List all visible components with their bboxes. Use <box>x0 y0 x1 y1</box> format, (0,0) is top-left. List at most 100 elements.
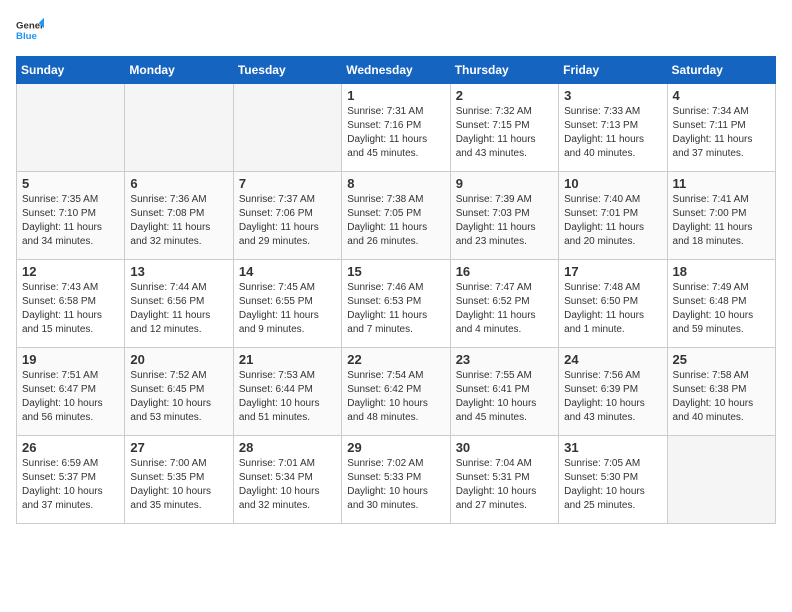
day-info: Sunrise: 7:33 AM Sunset: 7:13 PM Dayligh… <box>564 105 661 161</box>
calendar-cell: 19 Sunrise: 7:51 AM Sunset: 6:47 PM Dayli… <box>17 348 125 436</box>
calendar-week-2: 5 Sunrise: 7:35 AM Sunset: 7:10 PM Daylig… <box>17 172 776 260</box>
day-info: Sunrise: 7:48 AM Sunset: 6:50 PM Dayligh… <box>564 281 661 337</box>
day-number: 30 <box>456 440 553 455</box>
calendar-cell: 4 Sunrise: 7:34 AM Sunset: 7:11 PM Daylig… <box>667 84 775 172</box>
calendar-cell: 13 Sunrise: 7:44 AM Sunset: 6:56 PM Dayli… <box>125 260 233 348</box>
calendar-cell: 20 Sunrise: 7:52 AM Sunset: 6:45 PM Dayli… <box>125 348 233 436</box>
calendar-cell: 27Sunrise: 7:00 AM Sunset: 5:35 PM Dayli… <box>125 436 233 524</box>
calendar-week-3: 12 Sunrise: 7:43 AM Sunset: 6:58 PM Dayli… <box>17 260 776 348</box>
day-number: 19 <box>22 352 119 367</box>
day-number: 31 <box>564 440 661 455</box>
day-info: Sunrise: 7:34 AM Sunset: 7:11 PM Dayligh… <box>673 105 770 161</box>
calendar-cell: 10 Sunrise: 7:40 AM Sunset: 7:01 PM Dayli… <box>559 172 667 260</box>
day-number: 25 <box>673 352 770 367</box>
day-info: Sunrise: 7:45 AM Sunset: 6:55 PM Dayligh… <box>239 281 336 337</box>
day-info: Sunrise: 7:51 AM Sunset: 6:47 PM Dayligh… <box>22 369 119 425</box>
calendar-cell: 18Sunrise: 7:49 AM Sunset: 6:48 PM Dayli… <box>667 260 775 348</box>
weekday-header-wednesday: Wednesday <box>342 57 450 84</box>
calendar-week-5: 26 Sunrise: 6:59 AM Sunset: 5:37 PM Dayli… <box>17 436 776 524</box>
day-number: 15 <box>347 264 444 279</box>
calendar-cell <box>667 436 775 524</box>
calendar-cell: 22Sunrise: 7:54 AM Sunset: 6:42 PM Dayli… <box>342 348 450 436</box>
day-number: 16 <box>456 264 553 279</box>
day-info: Sunrise: 7:05 AM Sunset: 5:30 PM Dayligh… <box>564 457 661 513</box>
calendar-cell: 23 Sunrise: 7:55 AM Sunset: 6:41 PM Dayli… <box>450 348 558 436</box>
calendar-cell: 7 Sunrise: 7:37 AM Sunset: 7:06 PM Daylig… <box>233 172 341 260</box>
day-number: 5 <box>22 176 119 191</box>
day-number: 4 <box>673 88 770 103</box>
day-info: Sunrise: 6:59 AM Sunset: 5:37 PM Dayligh… <box>22 457 119 513</box>
day-number: 1 <box>347 88 444 103</box>
day-info: Sunrise: 7:39 AM Sunset: 7:03 PM Dayligh… <box>456 193 553 249</box>
calendar-cell: 11Sunrise: 7:41 AM Sunset: 7:00 PM Dayli… <box>667 172 775 260</box>
day-info: Sunrise: 7:43 AM Sunset: 6:58 PM Dayligh… <box>22 281 119 337</box>
day-info: Sunrise: 7:37 AM Sunset: 7:06 PM Dayligh… <box>239 193 336 249</box>
calendar-cell: 31 Sunrise: 7:05 AM Sunset: 5:30 PM Dayli… <box>559 436 667 524</box>
day-info: Sunrise: 7:53 AM Sunset: 6:44 PM Dayligh… <box>239 369 336 425</box>
calendar-cell: 21 Sunrise: 7:53 AM Sunset: 6:44 PM Dayli… <box>233 348 341 436</box>
day-number: 12 <box>22 264 119 279</box>
calendar-cell: 2Sunrise: 7:32 AM Sunset: 7:15 PM Daylig… <box>450 84 558 172</box>
day-info: Sunrise: 7:44 AM Sunset: 6:56 PM Dayligh… <box>130 281 227 337</box>
day-info: Sunrise: 7:54 AM Sunset: 6:42 PM Dayligh… <box>347 369 444 425</box>
calendar-cell: 15 Sunrise: 7:46 AM Sunset: 6:53 PM Dayli… <box>342 260 450 348</box>
day-number: 26 <box>22 440 119 455</box>
calendar-cell: 5 Sunrise: 7:35 AM Sunset: 7:10 PM Daylig… <box>17 172 125 260</box>
day-info: Sunrise: 7:52 AM Sunset: 6:45 PM Dayligh… <box>130 369 227 425</box>
calendar-week-4: 19 Sunrise: 7:51 AM Sunset: 6:47 PM Dayli… <box>17 348 776 436</box>
day-info: Sunrise: 7:36 AM Sunset: 7:08 PM Dayligh… <box>130 193 227 249</box>
weekday-header-sunday: Sunday <box>17 57 125 84</box>
day-number: 20 <box>130 352 227 367</box>
day-info: Sunrise: 7:41 AM Sunset: 7:00 PM Dayligh… <box>673 193 770 249</box>
svg-text:General: General <box>16 20 44 31</box>
calendar-cell: 1 Sunrise: 7:31 AM Sunset: 7:16 PM Daylig… <box>342 84 450 172</box>
day-number: 6 <box>130 176 227 191</box>
calendar-cell <box>233 84 341 172</box>
day-number: 9 <box>456 176 553 191</box>
calendar-cell: 26 Sunrise: 6:59 AM Sunset: 5:37 PM Dayli… <box>17 436 125 524</box>
logo: General Blue <box>16 16 44 44</box>
weekday-header-saturday: Saturday <box>667 57 775 84</box>
day-number: 8 <box>347 176 444 191</box>
svg-text:Blue: Blue <box>16 31 37 42</box>
day-number: 17 <box>564 264 661 279</box>
day-number: 3 <box>564 88 661 103</box>
day-number: 24 <box>564 352 661 367</box>
calendar-cell: 17 Sunrise: 7:48 AM Sunset: 6:50 PM Dayli… <box>559 260 667 348</box>
day-info: Sunrise: 7:32 AM Sunset: 7:15 PM Dayligh… <box>456 105 553 161</box>
weekday-header-thursday: Thursday <box>450 57 558 84</box>
day-info: Sunrise: 7:46 AM Sunset: 6:53 PM Dayligh… <box>347 281 444 337</box>
day-number: 7 <box>239 176 336 191</box>
calendar-week-1: 1 Sunrise: 7:31 AM Sunset: 7:16 PM Daylig… <box>17 84 776 172</box>
calendar-cell: 25 Sunrise: 7:58 AM Sunset: 6:38 PM Dayli… <box>667 348 775 436</box>
weekday-header-tuesday: Tuesday <box>233 57 341 84</box>
day-info: Sunrise: 7:02 AM Sunset: 5:33 PM Dayligh… <box>347 457 444 513</box>
calendar-table: SundayMondayTuesdayWednesdayThursdayFrid… <box>16 56 776 524</box>
weekday-header-row: SundayMondayTuesdayWednesdayThursdayFrid… <box>17 57 776 84</box>
day-info: Sunrise: 7:58 AM Sunset: 6:38 PM Dayligh… <box>673 369 770 425</box>
day-number: 21 <box>239 352 336 367</box>
calendar-cell: 8 Sunrise: 7:38 AM Sunset: 7:05 PM Daylig… <box>342 172 450 260</box>
calendar-cell: 28Sunrise: 7:01 AM Sunset: 5:34 PM Dayli… <box>233 436 341 524</box>
calendar-cell: 24Sunrise: 7:56 AM Sunset: 6:39 PM Dayli… <box>559 348 667 436</box>
calendar-cell: 12 Sunrise: 7:43 AM Sunset: 6:58 PM Dayli… <box>17 260 125 348</box>
day-number: 23 <box>456 352 553 367</box>
calendar-cell: 3 Sunrise: 7:33 AM Sunset: 7:13 PM Daylig… <box>559 84 667 172</box>
logo-icon: General Blue <box>16 16 44 44</box>
calendar-cell: 14Sunrise: 7:45 AM Sunset: 6:55 PM Dayli… <box>233 260 341 348</box>
calendar-cell <box>125 84 233 172</box>
calendar-cell: 29Sunrise: 7:02 AM Sunset: 5:33 PM Dayli… <box>342 436 450 524</box>
day-info: Sunrise: 7:38 AM Sunset: 7:05 PM Dayligh… <box>347 193 444 249</box>
calendar-cell: 9 Sunrise: 7:39 AM Sunset: 7:03 PM Daylig… <box>450 172 558 260</box>
calendar-cell: 16Sunrise: 7:47 AM Sunset: 6:52 PM Dayli… <box>450 260 558 348</box>
day-info: Sunrise: 7:49 AM Sunset: 6:48 PM Dayligh… <box>673 281 770 337</box>
day-number: 13 <box>130 264 227 279</box>
day-number: 28 <box>239 440 336 455</box>
day-number: 10 <box>564 176 661 191</box>
calendar-cell <box>17 84 125 172</box>
day-info: Sunrise: 7:35 AM Sunset: 7:10 PM Dayligh… <box>22 193 119 249</box>
day-info: Sunrise: 7:40 AM Sunset: 7:01 PM Dayligh… <box>564 193 661 249</box>
day-info: Sunrise: 7:55 AM Sunset: 6:41 PM Dayligh… <box>456 369 553 425</box>
page-header: General Blue <box>16 16 776 44</box>
day-info: Sunrise: 7:31 AM Sunset: 7:16 PM Dayligh… <box>347 105 444 161</box>
